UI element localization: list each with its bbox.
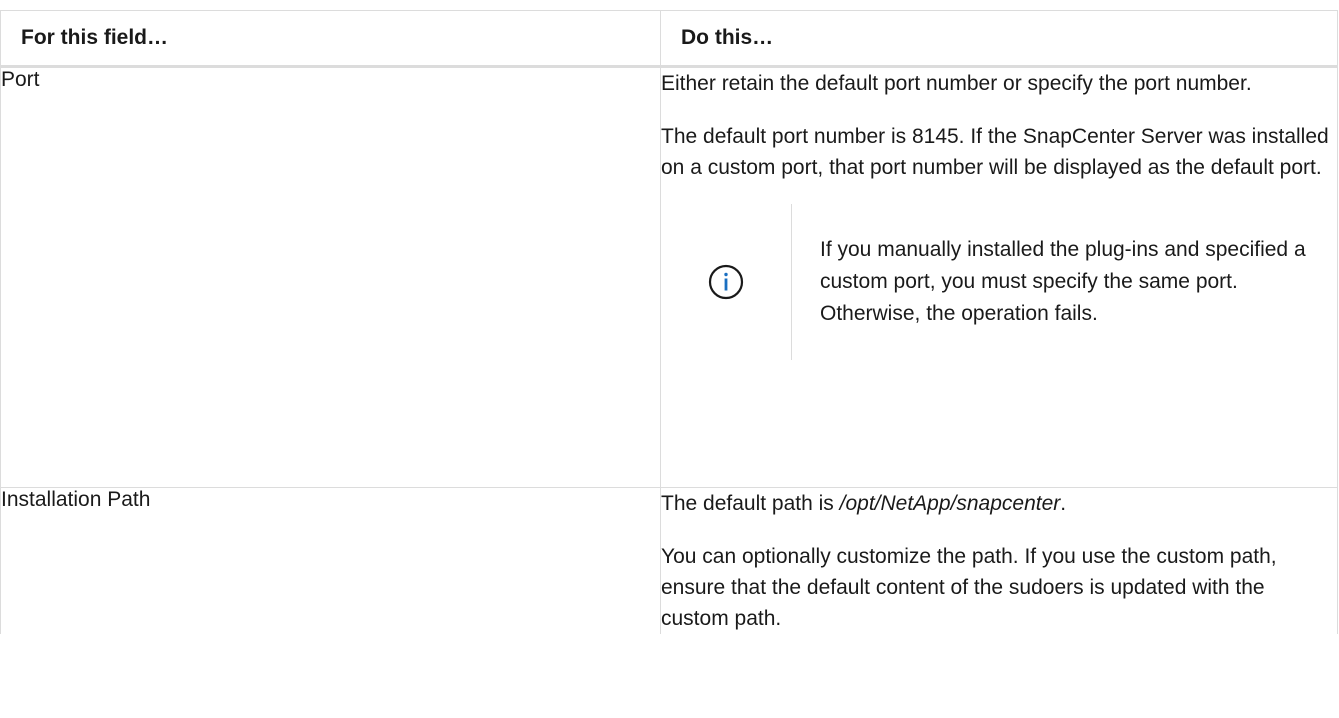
- default-path-suffix: .: [1060, 492, 1067, 515]
- header-field: For this field…: [0, 10, 661, 68]
- note-icon-container: [661, 204, 792, 360]
- info-icon: [708, 264, 744, 300]
- action-cell-port: Either retain the default port number or…: [660, 66, 1338, 488]
- action-cell-installation-path: The default path is /opt/NetApp/snapcent…: [660, 487, 1338, 634]
- table-row-installation-path: Installation Path The default path is /o…: [0, 487, 1338, 634]
- table-row-port: Port Either retain the default port numb…: [0, 66, 1338, 488]
- note-text: If you manually installed the plug-ins a…: [820, 238, 1306, 325]
- install-paragraph-customize: You can optionally customize the path. I…: [661, 545, 1277, 630]
- port-paragraph-1: Either retain the default port number or…: [661, 72, 1252, 95]
- default-path-value: /opt/NetApp/snapcenter: [839, 492, 1061, 515]
- port-paragraph-2: The default port number is 8145. If the …: [661, 125, 1329, 179]
- admonition-note: If you manually installed the plug-ins a…: [661, 204, 1337, 360]
- field-name-port: Port: [0, 66, 661, 488]
- default-path-prefix: The default path is: [661, 492, 840, 515]
- table-header-row: For this field… Do this…: [0, 10, 1338, 68]
- header-action: Do this…: [660, 10, 1338, 68]
- field-instructions-table: For this field… Do this… Port Either ret…: [0, 10, 1338, 634]
- install-default-path: The default path is /opt/NetApp/snapcent…: [661, 488, 1337, 519]
- field-name-installation-path: Installation Path: [0, 487, 661, 634]
